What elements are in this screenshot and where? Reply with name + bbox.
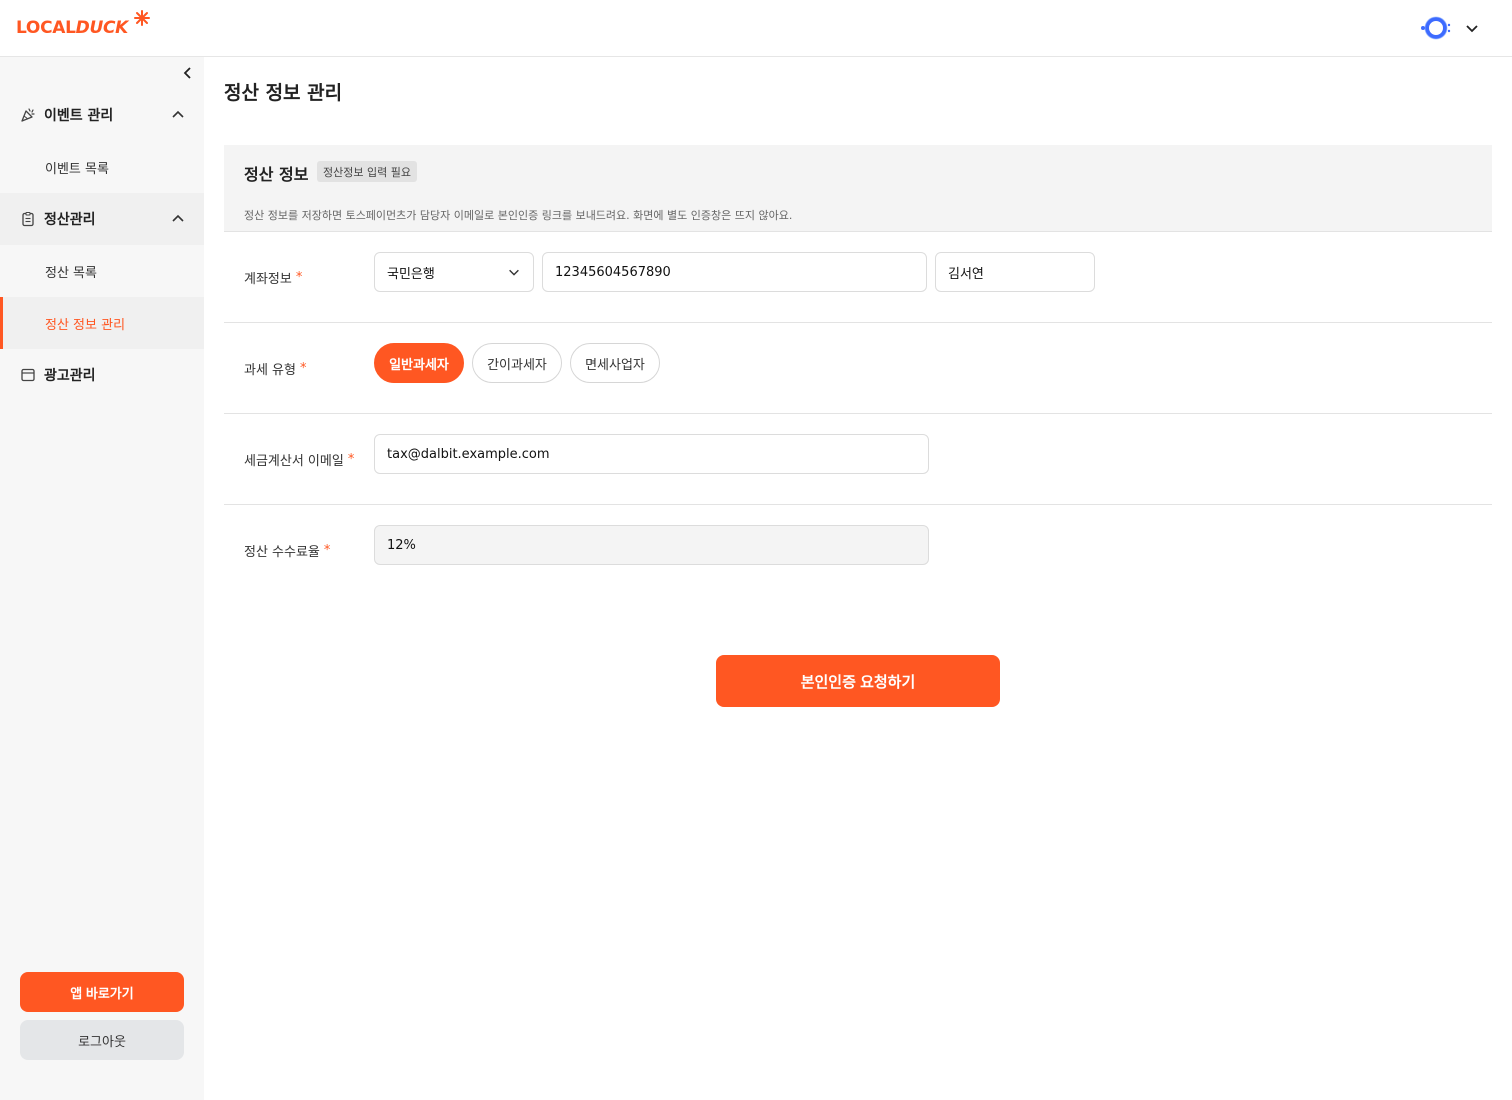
field-label-text: 과세 유형 xyxy=(244,363,296,378)
chevron-down-icon[interactable] xyxy=(1464,20,1480,36)
account-holder-input[interactable]: 김서연 xyxy=(935,252,1095,292)
chevron-down-icon xyxy=(509,269,519,276)
chevron-up-icon xyxy=(172,214,184,222)
logout-button[interactable]: 로그아웃 xyxy=(20,1020,184,1060)
sidebar-item-settlement-list[interactable]: 정산 목록 xyxy=(0,245,204,297)
sidebar-group-settlement[interactable]: 정산관리 xyxy=(0,193,204,245)
sidebar-item-settlement-info[interactable]: 정산 정보 관리 xyxy=(0,297,204,349)
account-number-input[interactable]: 12345604567890 xyxy=(542,252,927,292)
bank-select[interactable]: 국민은행 xyxy=(374,252,534,292)
required-mark: * xyxy=(299,361,307,376)
sidebar-group-events[interactable]: 이벤트 관리 xyxy=(0,89,204,141)
collapse-sidebar-icon[interactable] xyxy=(180,65,196,81)
chevron-up-icon xyxy=(172,110,184,118)
user-menu[interactable] xyxy=(1420,14,1480,42)
tax-type-simplified-option[interactable]: 간이과세자 xyxy=(472,343,562,383)
required-mark: * xyxy=(347,452,355,467)
tax-email-input[interactable]: tax@dalbit.example.com xyxy=(374,434,929,474)
required-mark: * xyxy=(295,270,303,285)
tax-type-row: 과세 유형 * 일반과세자 간이과세자 면세사업자 xyxy=(224,323,1492,414)
clipboard-icon xyxy=(22,211,34,227)
request-verification-button[interactable]: 본인인증 요청하기 xyxy=(716,655,1000,707)
fee-rate-row: 정산 수수료율 * 12% xyxy=(224,505,1492,596)
field-label-text: 세금계산서 이메일 xyxy=(244,454,344,469)
tax-type-label: 과세 유형 * xyxy=(244,323,306,414)
fee-rate-field: 12% xyxy=(374,525,929,565)
tax-type-general-option[interactable]: 일반과세자 xyxy=(374,343,464,383)
tax-type-exempt-option[interactable]: 면세사업자 xyxy=(570,343,660,383)
logo[interactable]: LOCALDUCK xyxy=(16,10,150,46)
field-label-text: 정산 수수료율 xyxy=(244,545,320,560)
sidebar-item-event-list[interactable]: 이벤트 목록 xyxy=(0,141,204,193)
status-badge: 정산정보 입력 필요 xyxy=(317,161,417,182)
bank-select-value: 국민은행 xyxy=(387,266,435,282)
field-label-text: 계좌정보 xyxy=(244,272,292,287)
fee-rate-label: 정산 수수료율 * xyxy=(244,505,330,596)
open-app-button[interactable]: 앱 바로가기 xyxy=(20,972,184,1012)
section-header: 정산 정보 정산정보 입력 필요 정산 정보를 저장하면 토스페이먼츠가 담당자… xyxy=(224,145,1492,232)
sidebar-group-label: 정산관리 xyxy=(44,212,96,228)
party-popper-icon xyxy=(21,108,35,122)
tax-email-row: 세금계산서 이메일 * tax@dalbit.example.com xyxy=(224,414,1492,505)
account-label: 계좌정보 * xyxy=(244,232,302,323)
required-mark: * xyxy=(323,543,331,558)
window-icon xyxy=(21,368,35,382)
section-title: 정산 정보 xyxy=(244,165,309,184)
logo-text-local: LOCAL xyxy=(16,18,76,38)
top-bar: LOCALDUCK xyxy=(0,0,1512,57)
account-row: 계좌정보 * 국민은행 12345604567890 김서연 xyxy=(224,232,1492,323)
page-title: 정산 정보 관리 xyxy=(224,82,343,104)
logo-text-duck: DUCK xyxy=(75,18,129,38)
tax-email-label: 세금계산서 이메일 * xyxy=(244,414,354,505)
section-description: 정산 정보를 저장하면 토스페이먼츠가 담당자 이메일로 본인인증 링크를 보내… xyxy=(244,209,793,222)
avatar xyxy=(1421,16,1451,40)
logo-burst-icon xyxy=(134,10,150,26)
sidebar-group-ads[interactable]: 광고관리 xyxy=(0,349,204,401)
sidebar-group-label: 광고관리 xyxy=(44,368,96,384)
sidebar: 이벤트 관리 이벤트 목록 정산관리 정산 목록 정산 정보 관리 광고관리 앱… xyxy=(0,57,204,1100)
sidebar-group-label: 이벤트 관리 xyxy=(44,108,114,124)
